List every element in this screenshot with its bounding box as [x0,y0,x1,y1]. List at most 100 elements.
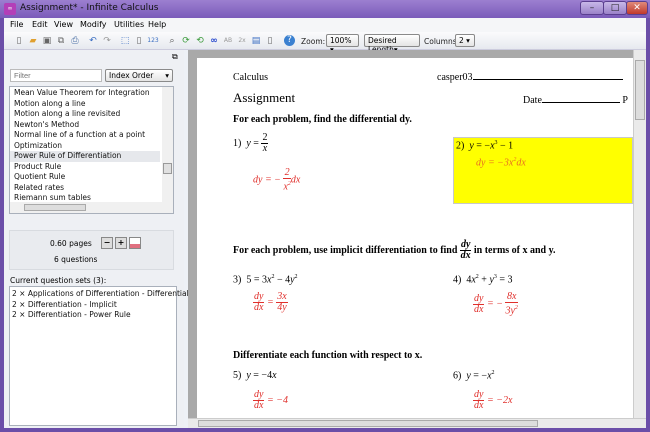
period-label: P [622,95,628,106]
window-title: Assignment* - Infinite Calculus [20,3,159,13]
problem-2-selected[interactable]: 2) y = −x3 − 1 dy = −3x2dx [453,137,633,204]
scroll-thumb[interactable] [635,60,645,120]
menu-bar: File Edit View Modify Utilities Help [4,18,646,32]
save-as-icon[interactable]: ⧉ [55,35,67,47]
scroll-thumb[interactable] [198,420,538,427]
question-set-item[interactable]: 2 × Differentiation - Implicit [10,300,176,311]
section-2-text: For each problem, use implicit different… [233,244,458,256]
pages-count: 0.60 pages [50,239,92,248]
minimize-button[interactable]: – [580,1,604,15]
topic-item[interactable]: Quotient Rule [10,172,160,183]
columns-select[interactable]: 2 ▾ [455,34,475,47]
q1-number: 1) [233,137,242,149]
maximize-button[interactable]: □ [603,1,627,15]
topic-item[interactable]: Motion along a line revisited [10,109,160,120]
undo-icon[interactable]: ↶ [87,35,99,47]
worksheet-page: Calculus casper03 Assignment Date P For … [197,58,633,418]
regenerate-icon[interactable]: ⟳ [180,35,192,47]
topic-item[interactable]: Optimization [10,141,160,152]
q3-number: 3) [233,274,242,286]
document-vscroll[interactable] [633,50,646,418]
left-panel: ⧉ Index Order▾ Mean Value Theorem for In… [4,50,189,428]
scroll-thumb[interactable] [163,163,172,174]
menu-utilities[interactable]: Utilities [114,20,144,29]
topic-item[interactable]: Motion along a line [10,99,160,110]
regenerate-all-icon[interactable]: ⟲ [194,35,206,47]
page-icon[interactable]: ▯ [133,35,145,47]
date-field: Date P [523,95,628,106]
section-2-heading: For each problem, use implicit different… [233,239,556,261]
problem-1[interactable]: 1) y = 2x [233,133,269,154]
topic-item[interactable]: Product Rule [10,162,160,173]
order-value: Index Order [109,71,154,80]
choices-icon[interactable]: AB [222,35,234,47]
topic-list-hscroll[interactable] [10,202,173,213]
column-icon[interactable]: ▯ [264,35,276,47]
restore-panel-icon[interactable]: ⧉ [172,52,178,62]
topic-item[interactable]: Newton's Method [10,120,160,131]
numbering-icon[interactable]: 123 [147,35,159,47]
problem-6[interactable]: 6) y = −x2 [453,370,495,381]
page-count-box: 0.60 pages 6 questions − + [9,230,174,270]
print-icon[interactable]: ⎙ [69,35,81,47]
columns-label: Columns: [424,37,460,46]
problem-4[interactable]: 4) 4x2 + y3 = 3 [453,274,513,285]
section-2-text-end: in terms of x and y. [473,244,556,256]
menu-file[interactable]: File [10,20,23,29]
zoom-value: 100% [330,36,352,45]
topic-item[interactable]: Mean Value Theorem for Integration [10,88,160,99]
sets-label: Current question sets (3): [10,276,107,285]
app-logo-icon: ∞ [4,3,16,15]
select-icon[interactable]: ⬚ [119,35,131,47]
scroll-thumb[interactable] [24,204,86,211]
section-3-heading: Differentiate each function with respect… [233,350,423,361]
formula-icon[interactable]: 2x [236,35,248,47]
question-set-item[interactable]: 2 × Differentiation - Power Rule [10,310,176,321]
topic-list: Mean Value Theorem for Integration Motion… [9,86,174,214]
q4-number: 4) [453,274,462,286]
length-select[interactable]: Desired Length▾ [364,34,420,54]
comment-icon[interactable]: ▤ [250,35,262,47]
answer-6: dy dx = −2x [473,389,513,411]
answer-3: dy dx = 3x 4y [253,291,288,313]
menu-edit[interactable]: Edit [32,20,48,29]
increase-button[interactable]: + [115,237,127,249]
section-1-heading: For each problem, find the differential … [233,114,412,125]
close-button[interactable]: ✕ [626,1,648,15]
decrease-button[interactable]: − [101,237,113,249]
topic-item[interactable]: Normal line of a function at a point [10,130,160,141]
q6-number: 6) [453,370,462,382]
topic-item[interactable]: Related rates [10,183,160,194]
problem-5[interactable]: 5) y = −4x [233,370,277,381]
assignment-title: Assignment [233,90,296,105]
questions-count: 6 questions [54,255,98,264]
problem-3[interactable]: 3) 5 = 3x2 − 4y2 [233,274,298,285]
student-name-text: casper03 [437,72,473,83]
redo-icon[interactable]: ↷ [101,35,113,47]
order-select[interactable]: Index Order ▾ [105,69,173,82]
topic-item[interactable]: Power Rule of Differentiation [10,151,160,162]
infinity-icon[interactable]: ∞ [208,35,220,47]
topic-list-vscroll[interactable] [162,87,173,202]
zoom-select[interactable]: 100% ▾ [326,34,359,54]
q5-number: 5) [233,370,242,381]
filter-input[interactable] [10,69,102,82]
answer-5: dy dx = −4 [253,389,288,411]
save-icon[interactable]: ▣ [41,35,53,47]
answer-1: dy = − 2 x2 dx [253,167,301,193]
clear-button[interactable] [129,237,141,249]
student-name: casper03 [437,72,623,83]
open-icon[interactable]: ▰ [27,35,39,47]
menu-view[interactable]: View [54,20,73,29]
new-icon[interactable]: ▯ [13,35,25,47]
search-icon[interactable]: ⌕ [166,35,178,47]
menu-modify[interactable]: Modify [80,20,107,29]
date-label: Date [523,95,542,106]
columns-value: 2 [459,36,464,45]
document-hscroll[interactable] [188,418,646,428]
menu-help[interactable]: Help [148,20,166,29]
title-bar: ∞ Assignment* - Infinite Calculus – □ ✕ [0,0,650,18]
question-set-item[interactable]: 2 × Applications of Differentiation - Di… [10,289,189,300]
help-icon[interactable]: ? [284,35,295,46]
answer-4: dy dx = − 8x 3y2 [473,291,518,317]
